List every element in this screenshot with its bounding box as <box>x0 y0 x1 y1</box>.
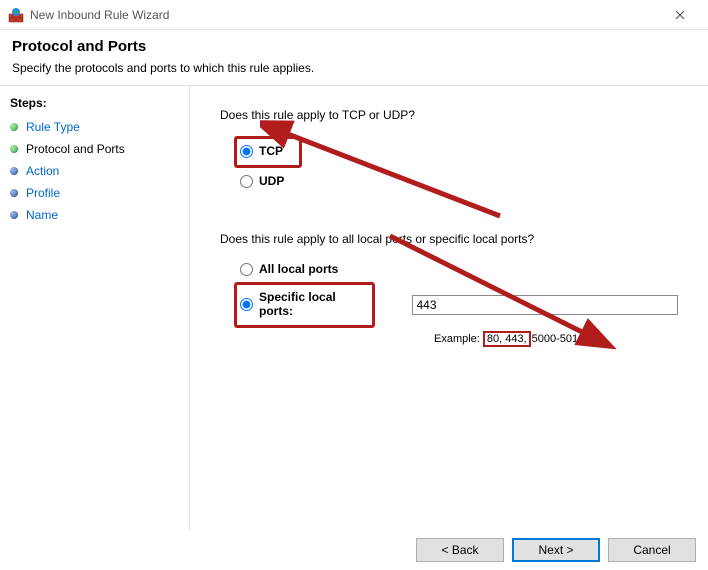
step-label: Profile <box>26 186 60 200</box>
steps-sidebar: Steps: Rule Type Protocol and Ports Acti… <box>0 86 190 531</box>
next-button[interactable]: Next > <box>512 538 600 562</box>
step-protocol-ports[interactable]: Protocol and Ports <box>10 138 189 160</box>
step-rule-type[interactable]: Rule Type <box>10 116 189 138</box>
step-name[interactable]: Name <box>10 204 189 226</box>
radio-specific-ports[interactable] <box>240 298 253 311</box>
wizard-footer: < Back Next > Cancel <box>416 538 696 562</box>
step-label: Protocol and Ports <box>26 142 125 156</box>
wizard-header: Protocol and Ports Specify the protocols… <box>0 30 708 86</box>
radio-tcp-label: TCP <box>259 144 283 158</box>
radio-all-ports[interactable] <box>240 263 253 276</box>
step-bullet-icon <box>10 145 18 153</box>
annotation-highlight-tcp: TCP <box>234 136 302 168</box>
window-titlebar: New Inbound Rule Wizard <box>0 0 708 30</box>
step-action[interactable]: Action <box>10 160 189 182</box>
step-bullet-icon <box>10 167 18 175</box>
radio-tcp[interactable] <box>240 145 253 158</box>
example-suffix: 5000-5010 <box>532 333 585 345</box>
example-highlight-text: 80, 443, <box>487 333 527 345</box>
wizard-main-panel: Does this rule apply to TCP or UDP? TCP … <box>190 86 708 531</box>
step-bullet-icon <box>10 211 18 219</box>
radio-udp-label: UDP <box>259 174 284 188</box>
step-label: Name <box>26 208 58 222</box>
step-label: Action <box>26 164 59 178</box>
cancel-button[interactable]: Cancel <box>608 538 696 562</box>
annotation-highlight-specific-ports: Specific local ports: <box>234 282 375 328</box>
firewall-icon <box>8 7 24 23</box>
page-subtitle: Specify the protocols and ports to which… <box>12 61 696 75</box>
question-protocol: Does this rule apply to TCP or UDP? <box>220 108 678 122</box>
annotation-highlight-example: 80, 443, <box>483 331 531 347</box>
step-profile[interactable]: Profile <box>10 182 189 204</box>
window-title: New Inbound Rule Wizard <box>30 8 660 22</box>
radio-specific-ports-label: Specific local ports: <box>259 290 366 318</box>
back-button[interactable]: < Back <box>416 538 504 562</box>
radio-udp[interactable] <box>240 175 253 188</box>
step-bullet-icon <box>10 123 18 131</box>
example-prefix: Example: <box>434 333 480 345</box>
step-bullet-icon <box>10 189 18 197</box>
specific-ports-input[interactable] <box>412 295 679 315</box>
step-label: Rule Type <box>26 120 80 134</box>
radio-all-ports-label: All local ports <box>259 262 338 276</box>
close-button[interactable] <box>660 1 700 29</box>
steps-heading: Steps: <box>10 96 189 110</box>
question-ports: Does this rule apply to all local ports … <box>220 232 678 246</box>
page-title: Protocol and Ports <box>12 38 696 55</box>
